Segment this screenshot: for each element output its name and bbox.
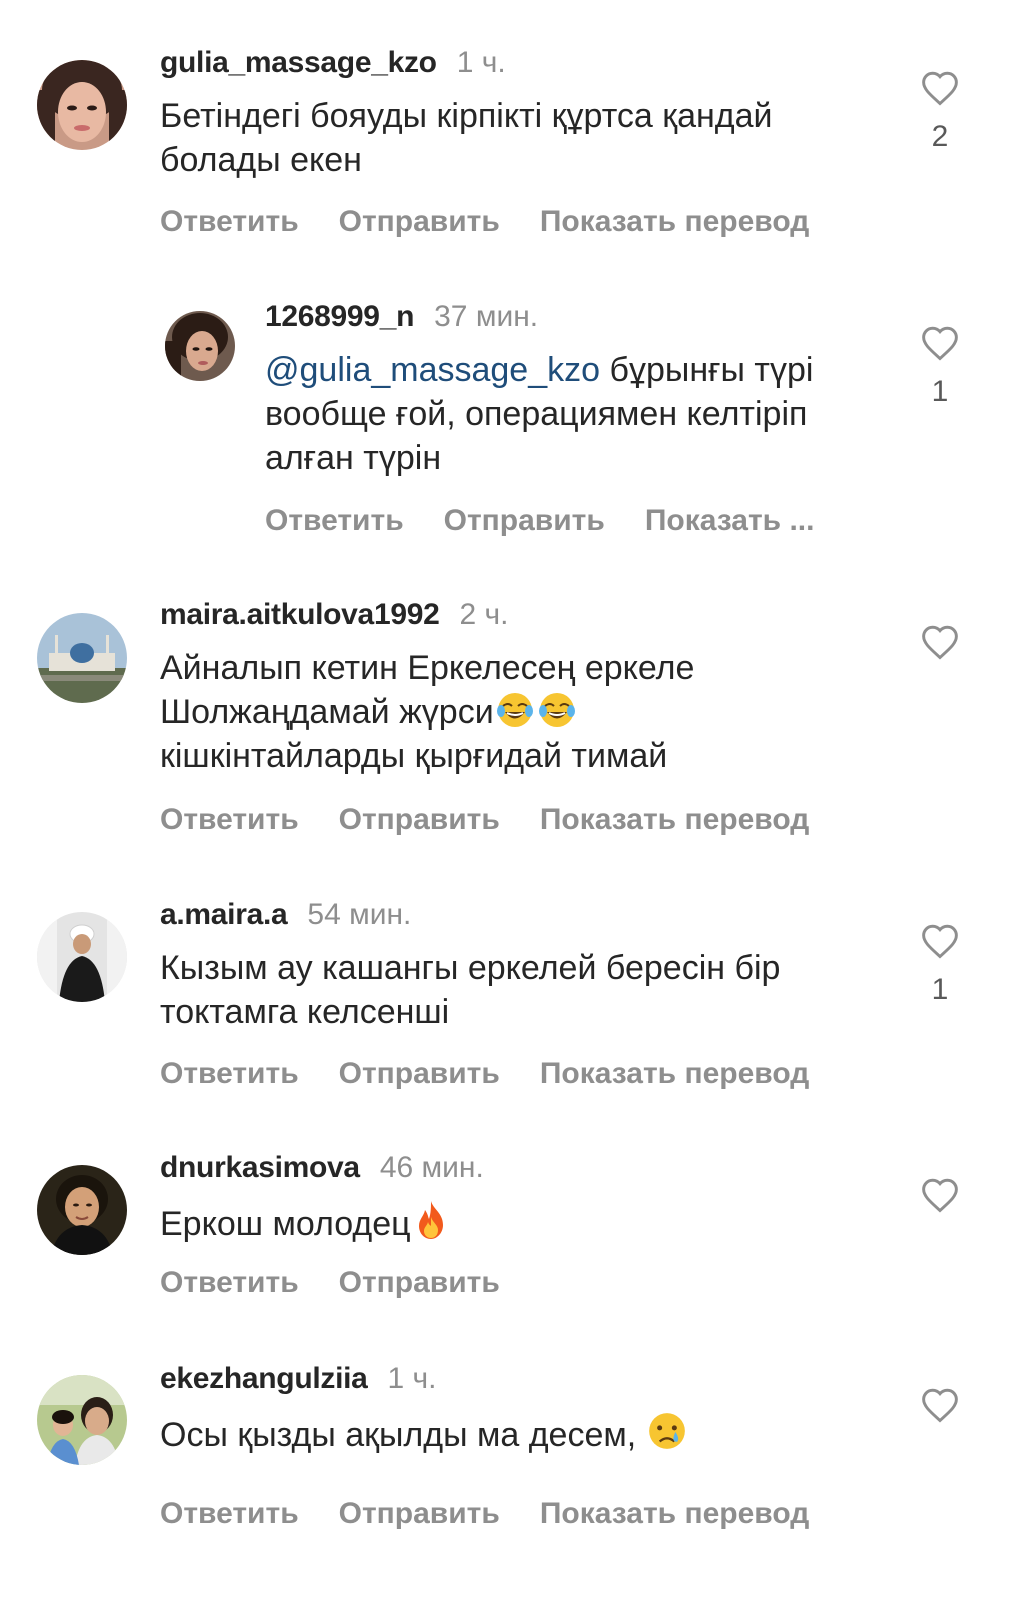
share-button[interactable]: Отправить: [339, 1057, 500, 1091]
crying-face-icon: [648, 1413, 685, 1449]
heart-outline-icon[interactable]: [920, 1387, 960, 1423]
show-translation-button[interactable]: Показать перевод: [540, 1497, 809, 1531]
show-translation-button[interactable]: Показать перевод: [540, 205, 809, 239]
username[interactable]: gulia_massage_kzo: [160, 46, 437, 80]
timestamp: 54 мин.: [307, 898, 412, 931]
like-count: 1: [931, 375, 949, 408]
comment-text: Еркош молодец: [160, 1199, 900, 1246]
face-with-tears-of-joy-icon: [496, 693, 533, 727]
reply-button[interactable]: Ответить: [265, 504, 404, 538]
reply-button[interactable]: Ответить: [160, 803, 299, 837]
mention-link[interactable]: @gulia_massage_kzo: [265, 351, 600, 389]
fire-icon: [418, 1201, 443, 1239]
avatar[interactable]: [37, 60, 127, 150]
like-count: 1: [931, 973, 949, 1006]
face-with-tears-of-joy-icon: [538, 693, 575, 727]
comment-text-body: Еркош молодец: [160, 1205, 411, 1243]
comment-text-line: кішкінтайларды қырғидай тимай: [160, 737, 668, 775]
comment-text: @gulia_massage_kzo бұрынғы түрі вообще ғ…: [265, 348, 905, 480]
timestamp: 37 мин.: [434, 300, 539, 333]
username[interactable]: a.maira.a: [160, 898, 288, 932]
share-button[interactable]: Отправить: [339, 1266, 500, 1300]
like-count: 2: [931, 120, 949, 153]
reply-button[interactable]: Ответить: [160, 1266, 299, 1300]
share-button[interactable]: Отправить: [444, 504, 605, 538]
share-button[interactable]: Отправить: [339, 803, 500, 837]
share-button[interactable]: Отправить: [339, 205, 500, 239]
heart-outline-icon[interactable]: [920, 1177, 960, 1213]
timestamp: 2 ч.: [459, 598, 509, 631]
username[interactable]: ekezhangulziia: [160, 1362, 368, 1396]
comment-text: Осы қызды ақылды ма десем,: [160, 1410, 900, 1457]
reply-button[interactable]: Ответить: [160, 1057, 299, 1091]
comment-text-body: Осы қызды ақылды ма десем,: [160, 1416, 637, 1454]
timestamp: 1 ч.: [387, 1362, 437, 1395]
avatar[interactable]: [165, 311, 235, 381]
heart-outline-icon[interactable]: [920, 70, 960, 106]
avatar[interactable]: [37, 1165, 127, 1255]
comment-text-line: Айналып кетин Еркелесең еркеле: [160, 649, 695, 687]
avatar[interactable]: [37, 912, 127, 1002]
heart-outline-icon[interactable]: [920, 624, 960, 660]
reply-button[interactable]: Ответить: [160, 1497, 299, 1531]
username[interactable]: 1268999_n: [265, 300, 414, 334]
show-translation-button[interactable]: Показать перевод: [540, 1057, 809, 1091]
comment-text-line: Шолжаңдамай жүрси: [160, 693, 494, 731]
show-translation-button[interactable]: Показать ...: [645, 504, 815, 538]
avatar[interactable]: [37, 613, 127, 703]
timestamp: 46 мин.: [379, 1151, 484, 1184]
show-translation-button[interactable]: Показать перевод: [540, 803, 809, 837]
share-button[interactable]: Отправить: [339, 1497, 500, 1531]
heart-outline-icon[interactable]: [920, 923, 960, 959]
comment-text: Кызым ау кашангы еркелей бересін бір ток…: [160, 949, 781, 1031]
comment-text: Айналып кетин Еркелесең еркеле Шолжаңдам…: [160, 646, 900, 778]
username[interactable]: maira.aitkulova1992: [160, 598, 440, 632]
avatar[interactable]: [37, 1375, 127, 1465]
timestamp: 1 ч.: [456, 46, 506, 79]
reply-button[interactable]: Ответить: [160, 205, 299, 239]
comment-text: Бетіндегі бояуды кірпікті құртса қандай …: [160, 97, 773, 179]
heart-outline-icon[interactable]: [920, 325, 960, 361]
username[interactable]: dnurkasimova: [160, 1151, 360, 1185]
